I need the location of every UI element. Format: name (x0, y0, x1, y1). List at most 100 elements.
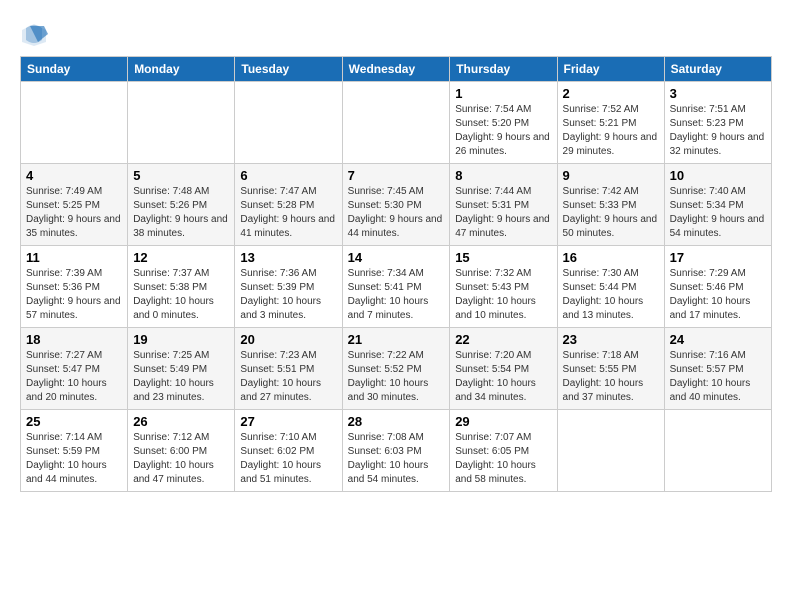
calendar-cell: 7 Sunrise: 7:45 AM Sunset: 5:30 PM Daylig… (342, 164, 450, 246)
calendar-cell: 11 Sunrise: 7:39 AM Sunset: 5:36 PM Dayli… (21, 246, 128, 328)
calendar-cell: 2 Sunrise: 7:52 AM Sunset: 5:21 PM Daylig… (557, 82, 664, 164)
day-number: 10 (670, 168, 766, 183)
day-number: 26 (133, 414, 229, 429)
day-number: 4 (26, 168, 122, 183)
day-info: Sunrise: 7:14 AM Sunset: 5:59 PM Dayligh… (26, 431, 122, 487)
day-info: Sunrise: 7:27 AM Sunset: 5:47 PM Dayligh… (26, 349, 122, 405)
day-info: Sunrise: 7:52 AM Sunset: 5:21 PM Dayligh… (563, 103, 659, 159)
weekday-header-sunday: Sunday (21, 57, 128, 82)
calendar-cell: 17 Sunrise: 7:29 AM Sunset: 5:46 PM Dayli… (664, 246, 771, 328)
calendar-week-row: 11 Sunrise: 7:39 AM Sunset: 5:36 PM Dayli… (21, 246, 772, 328)
day-number: 28 (348, 414, 445, 429)
calendar-cell: 19 Sunrise: 7:25 AM Sunset: 5:49 PM Dayli… (128, 328, 235, 410)
calendar-cell: 15 Sunrise: 7:32 AM Sunset: 5:43 PM Dayli… (450, 246, 557, 328)
weekday-header-saturday: Saturday (664, 57, 771, 82)
day-info: Sunrise: 7:49 AM Sunset: 5:25 PM Dayligh… (26, 185, 122, 241)
calendar-cell (342, 82, 450, 164)
day-number: 17 (670, 250, 766, 265)
calendar-cell: 6 Sunrise: 7:47 AM Sunset: 5:28 PM Daylig… (235, 164, 342, 246)
day-number: 11 (26, 250, 122, 265)
calendar-cell: 12 Sunrise: 7:37 AM Sunset: 5:38 PM Dayli… (128, 246, 235, 328)
day-number: 15 (455, 250, 551, 265)
day-info: Sunrise: 7:44 AM Sunset: 5:31 PM Dayligh… (455, 185, 551, 241)
day-number: 18 (26, 332, 122, 347)
calendar-cell (557, 410, 664, 492)
calendar-cell: 22Sunrise: 7:20 AM Sunset: 5:54 PM Dayli… (450, 328, 557, 410)
day-info: Sunrise: 7:36 AM Sunset: 5:39 PM Dayligh… (240, 267, 336, 323)
calendar-cell: 23 Sunrise: 7:18 AM Sunset: 5:55 PM Dayli… (557, 328, 664, 410)
calendar-cell: 14 Sunrise: 7:34 AM Sunset: 5:41 PM Dayli… (342, 246, 450, 328)
day-info: Sunrise: 7:32 AM Sunset: 5:43 PM Dayligh… (455, 267, 551, 323)
header (20, 16, 772, 48)
calendar-cell: 28 Sunrise: 7:08 AM Sunset: 6:03 PM Dayli… (342, 410, 450, 492)
day-info: Sunrise: 7:08 AM Sunset: 6:03 PM Dayligh… (348, 431, 445, 487)
calendar-cell: 20 Sunrise: 7:23 AM Sunset: 5:51 PM Dayli… (235, 328, 342, 410)
calendar-cell: 25 Sunrise: 7:14 AM Sunset: 5:59 PM Dayli… (21, 410, 128, 492)
calendar-cell: 26 Sunrise: 7:12 AM Sunset: 6:00 PM Dayli… (128, 410, 235, 492)
day-number: 27 (240, 414, 336, 429)
day-info: Sunrise: 7:39 AM Sunset: 5:36 PM Dayligh… (26, 267, 122, 323)
day-number: 12 (133, 250, 229, 265)
calendar-cell (235, 82, 342, 164)
day-number: 29 (455, 414, 551, 429)
logo-icon (20, 20, 48, 48)
calendar-week-row: 1Sunrise: 7:54 AM Sunset: 5:20 PM Daylig… (21, 82, 772, 164)
day-info: Sunrise: 7:45 AM Sunset: 5:30 PM Dayligh… (348, 185, 445, 241)
calendar-cell: 13 Sunrise: 7:36 AM Sunset: 5:39 PM Dayli… (235, 246, 342, 328)
day-number: 9 (563, 168, 659, 183)
calendar-cell (128, 82, 235, 164)
day-number: 2 (563, 86, 659, 101)
calendar-cell: 21Sunrise: 7:22 AM Sunset: 5:52 PM Dayli… (342, 328, 450, 410)
calendar-cell: 10Sunrise: 7:40 AM Sunset: 5:34 PM Dayli… (664, 164, 771, 246)
day-info: Sunrise: 7:12 AM Sunset: 6:00 PM Dayligh… (133, 431, 229, 487)
calendar-week-row: 18 Sunrise: 7:27 AM Sunset: 5:47 PM Dayli… (21, 328, 772, 410)
day-info: Sunrise: 7:48 AM Sunset: 5:26 PM Dayligh… (133, 185, 229, 241)
day-info: Sunrise: 7:42 AM Sunset: 5:33 PM Dayligh… (563, 185, 659, 241)
calendar-cell: 9 Sunrise: 7:42 AM Sunset: 5:33 PM Daylig… (557, 164, 664, 246)
day-number: 1 (455, 86, 551, 101)
day-number: 20 (240, 332, 336, 347)
calendar-cell: 16 Sunrise: 7:30 AM Sunset: 5:44 PM Dayli… (557, 246, 664, 328)
day-number: 14 (348, 250, 445, 265)
day-number: 23 (563, 332, 659, 347)
calendar-cell: 18 Sunrise: 7:27 AM Sunset: 5:47 PM Dayli… (21, 328, 128, 410)
weekday-header-wednesday: Wednesday (342, 57, 450, 82)
weekday-header-row: SundayMondayTuesdayWednesdayThursdayFrid… (21, 57, 772, 82)
calendar-cell (21, 82, 128, 164)
day-number: 6 (240, 168, 336, 183)
day-info: Sunrise: 7:20 AM Sunset: 5:54 PM Dayligh… (455, 349, 551, 405)
day-info: Sunrise: 7:37 AM Sunset: 5:38 PM Dayligh… (133, 267, 229, 323)
weekday-header-tuesday: Tuesday (235, 57, 342, 82)
day-number: 5 (133, 168, 229, 183)
day-number: 13 (240, 250, 336, 265)
day-number: 7 (348, 168, 445, 183)
calendar-cell: 24 Sunrise: 7:16 AM Sunset: 5:57 PM Dayli… (664, 328, 771, 410)
calendar-cell: 5 Sunrise: 7:48 AM Sunset: 5:26 PM Daylig… (128, 164, 235, 246)
day-number: 8 (455, 168, 551, 183)
day-info: Sunrise: 7:30 AM Sunset: 5:44 PM Dayligh… (563, 267, 659, 323)
day-info: Sunrise: 7:29 AM Sunset: 5:46 PM Dayligh… (670, 267, 766, 323)
day-number: 16 (563, 250, 659, 265)
calendar-week-row: 4 Sunrise: 7:49 AM Sunset: 5:25 PM Daylig… (21, 164, 772, 246)
calendar-week-row: 25 Sunrise: 7:14 AM Sunset: 5:59 PM Dayli… (21, 410, 772, 492)
calendar-cell: 4 Sunrise: 7:49 AM Sunset: 5:25 PM Daylig… (21, 164, 128, 246)
day-info: Sunrise: 7:16 AM Sunset: 5:57 PM Dayligh… (670, 349, 766, 405)
day-info: Sunrise: 7:10 AM Sunset: 6:02 PM Dayligh… (240, 431, 336, 487)
day-info: Sunrise: 7:34 AM Sunset: 5:41 PM Dayligh… (348, 267, 445, 323)
day-number: 25 (26, 414, 122, 429)
calendar-cell: 1Sunrise: 7:54 AM Sunset: 5:20 PM Daylig… (450, 82, 557, 164)
day-info: Sunrise: 7:22 AM Sunset: 5:52 PM Dayligh… (348, 349, 445, 405)
day-info: Sunrise: 7:07 AM Sunset: 6:05 PM Dayligh… (455, 431, 551, 487)
day-info: Sunrise: 7:18 AM Sunset: 5:55 PM Dayligh… (563, 349, 659, 405)
weekday-header-monday: Monday (128, 57, 235, 82)
weekday-header-thursday: Thursday (450, 57, 557, 82)
calendar-cell (664, 410, 771, 492)
weekday-header-friday: Friday (557, 57, 664, 82)
day-info: Sunrise: 7:25 AM Sunset: 5:49 PM Dayligh… (133, 349, 229, 405)
day-info: Sunrise: 7:47 AM Sunset: 5:28 PM Dayligh… (240, 185, 336, 241)
day-number: 24 (670, 332, 766, 347)
day-info: Sunrise: 7:51 AM Sunset: 5:23 PM Dayligh… (670, 103, 766, 159)
day-number: 19 (133, 332, 229, 347)
day-info: Sunrise: 7:23 AM Sunset: 5:51 PM Dayligh… (240, 349, 336, 405)
calendar-table: SundayMondayTuesdayWednesdayThursdayFrid… (20, 56, 772, 492)
